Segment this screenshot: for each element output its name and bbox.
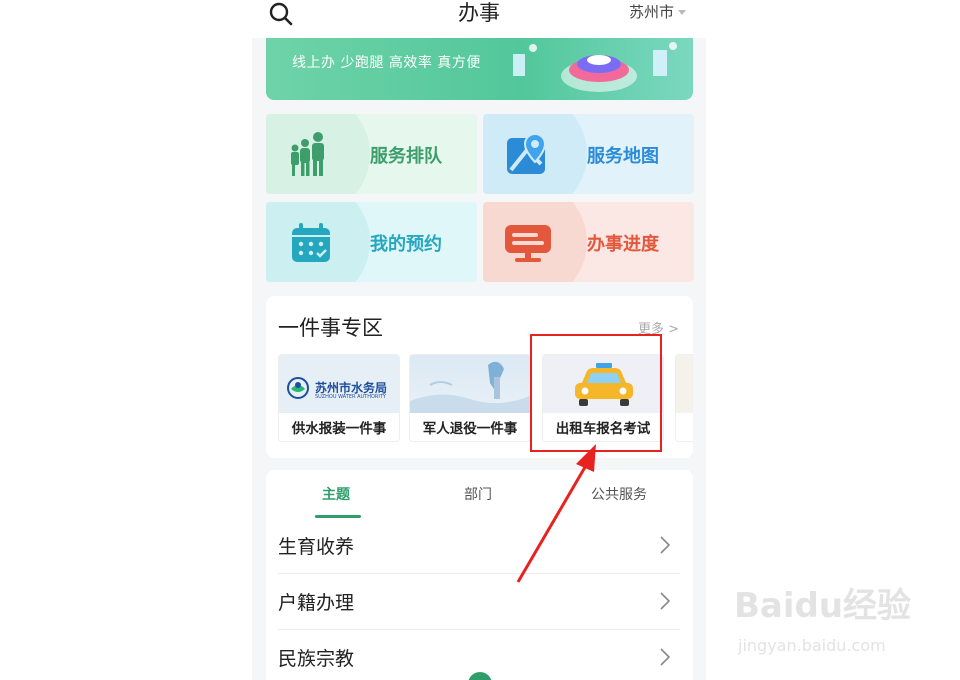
people-queue-icon	[291, 132, 324, 176]
list-item[interactable]: 生育收养	[278, 518, 680, 574]
progress-button[interactable]: 办事进度	[483, 202, 694, 282]
list-item-label: 生育收养	[278, 536, 355, 558]
progress-monitor-icon	[505, 225, 551, 262]
water-authority-en: SUZHOU WATER AUTHORITY	[315, 394, 386, 400]
banner-slogan: 线上办 少跑腿 高效率 真方便	[292, 55, 481, 71]
service-map-label: 服务地图	[587, 146, 659, 167]
watermark-url: jingyan.baidu.com	[738, 636, 886, 655]
calendar-icon	[292, 223, 330, 262]
service-queue-label: 服务排队	[370, 146, 442, 167]
chevron-right-icon	[660, 592, 670, 610]
card-image: 苏州市水务局 SUZHOU WATER AUTHORITY	[279, 355, 399, 413]
my-appointment-button[interactable]: 我的预约	[266, 202, 477, 282]
top-bar: 办事 苏州市	[252, 0, 706, 38]
service-map-button[interactable]: 服务地图	[483, 114, 694, 194]
water-authority-logo-icon	[287, 377, 309, 399]
card-image	[676, 355, 693, 413]
list-item-label: 户籍办理	[278, 592, 355, 614]
progress-label: 办事进度	[587, 234, 659, 255]
card-veteran-retirement[interactable]: 军人退役一件事	[409, 354, 531, 442]
banner-illustration	[513, 42, 677, 92]
card-caption: 供水报装一件事	[291, 421, 387, 437]
section-title: 一件事专区	[278, 316, 383, 340]
list-item-label: 民族宗教	[278, 648, 355, 670]
annotation-arrow-icon	[516, 444, 596, 583]
card-caption: 军人退役一件事	[422, 421, 518, 437]
card-water-install[interactable]: 苏州市水务局 SUZHOU WATER AUTHORITY 供水报装一件事	[278, 354, 400, 442]
map-pin-icon	[507, 132, 547, 174]
tab-theme[interactable]: 主题	[322, 484, 350, 504]
list-item[interactable]: 户籍办理	[278, 574, 680, 630]
banner[interactable]: 线上办 少跑腿 高效率 真方便	[266, 38, 693, 100]
watermark: Baidu经验 jingyan.baidu.com	[734, 578, 934, 668]
chevron-down-icon[interactable]	[678, 10, 686, 15]
card-next-partial[interactable]	[675, 354, 693, 442]
category-panel: 主题 部门 公共服务 生育收养 户籍办理 民族宗教	[266, 470, 693, 680]
city-selector[interactable]: 苏州市	[629, 2, 674, 22]
my-appointment-label: 我的预约	[370, 234, 442, 255]
card-image	[410, 355, 530, 413]
chevron-right-icon	[660, 648, 670, 666]
watermark-logo: Baidu经验	[734, 586, 912, 626]
service-queue-button[interactable]: 服务排队	[266, 114, 477, 194]
tab-department[interactable]: 部门	[464, 484, 492, 504]
chevron-right-icon	[660, 536, 670, 554]
highlight-annotation	[530, 334, 662, 452]
